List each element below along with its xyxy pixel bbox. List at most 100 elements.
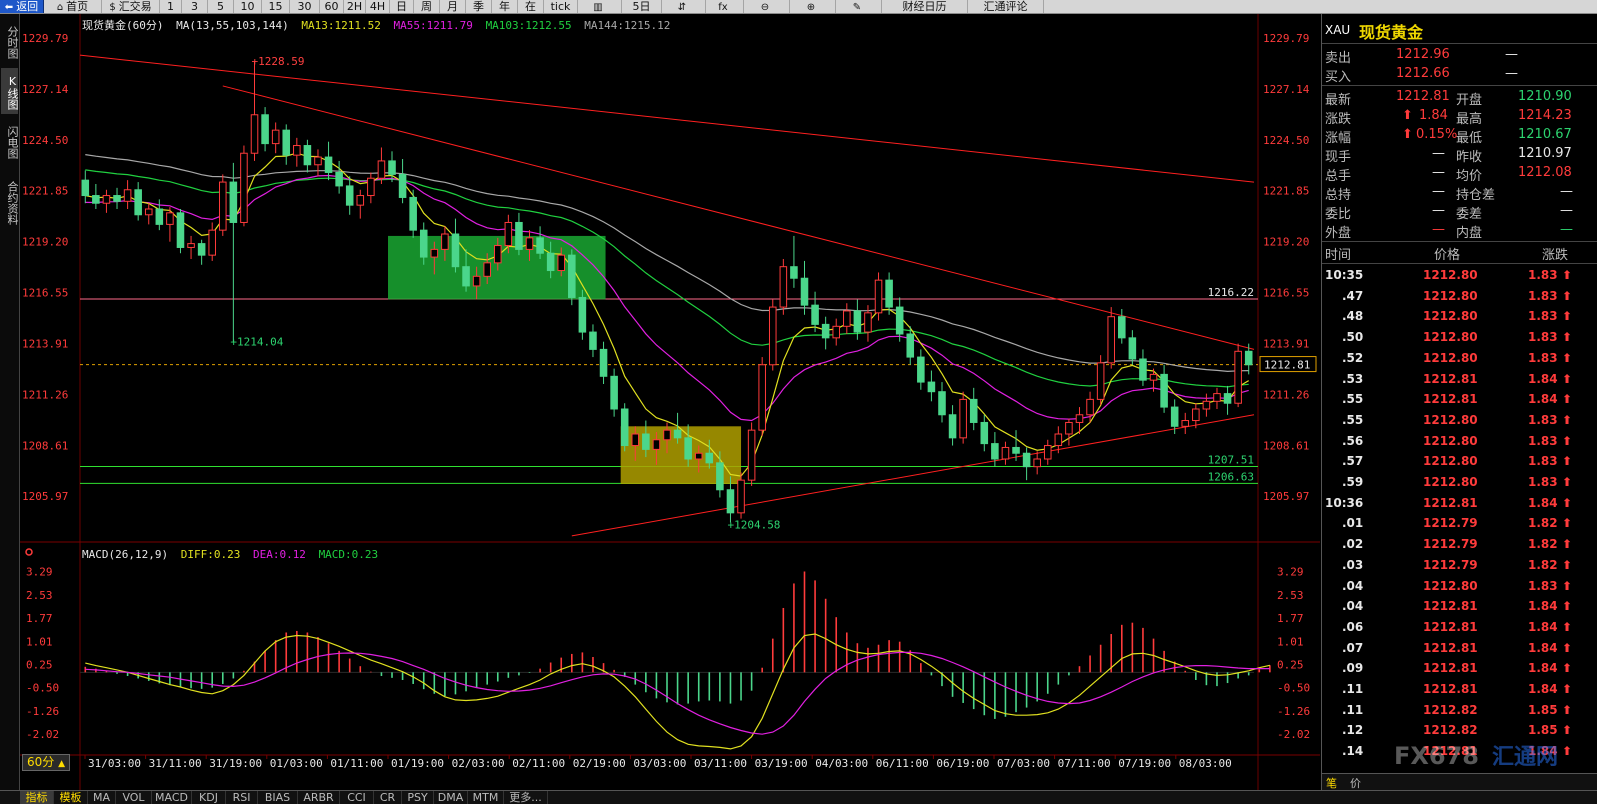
toolbar-item-月[interactable]: 月 bbox=[440, 0, 466, 13]
toolbar-item-4H[interactable]: 4H bbox=[366, 0, 390, 13]
candle-body bbox=[578, 296, 587, 333]
short-downtrend-line bbox=[222, 85, 1255, 350]
indicator-tab-cci[interactable]: CCI bbox=[340, 791, 374, 804]
up-arrow-icon: ⬆ bbox=[1562, 454, 1573, 469]
tick-time: .01 bbox=[1342, 516, 1364, 531]
macd-axis-label-right: -1.26 bbox=[1277, 705, 1310, 718]
macd-axis-label-right: -0.50 bbox=[1277, 682, 1310, 695]
cur-vol-row: 现手 — 昨收 1210.97 bbox=[1322, 145, 1597, 165]
toolbar-item-zoom-out-icon[interactable]: ⊖ bbox=[744, 0, 790, 13]
time-axis-label: 03/19:00 bbox=[755, 757, 808, 770]
indicator-tab-ma[interactable]: MA bbox=[88, 791, 116, 804]
candle-body bbox=[430, 248, 439, 258]
candle-body bbox=[959, 398, 967, 439]
indicator-tab-kdj[interactable]: KDJ bbox=[192, 791, 226, 804]
indicator-tab-arbr[interactable]: ARBR bbox=[298, 791, 340, 804]
time-axis-label: 06/19:00 bbox=[936, 757, 989, 770]
tick-change: 1.84 bbox=[1528, 682, 1558, 696]
price-axis-label-right: 1208.61 bbox=[1263, 439, 1309, 452]
tick-tab-0[interactable]: 笔 bbox=[1326, 775, 1337, 790]
up-arrow-icon: ⬆ bbox=[1562, 578, 1573, 593]
indicator-tab-psy[interactable]: PSY bbox=[402, 791, 434, 804]
up-arrow-icon: ⬆ bbox=[1562, 557, 1573, 572]
toolbar-item-zoom-in-icon[interactable]: ⊕ bbox=[790, 0, 836, 13]
indicator-tab-macd[interactable]: MACD bbox=[152, 791, 192, 804]
tick-row: .09 1212.81 1.84 ⬆ bbox=[1322, 658, 1597, 678]
toolbar-item-60[interactable]: 60 bbox=[320, 0, 344, 13]
tick-time: .06 bbox=[1342, 619, 1364, 634]
candle-body bbox=[155, 208, 164, 225]
change-pct-label: 涨幅 bbox=[1325, 131, 1352, 146]
toolbar-item-首页[interactable]: ⌂ 首页 bbox=[44, 0, 102, 13]
toolbar-item-bar-chart-icon[interactable]: ▥ bbox=[578, 0, 622, 13]
toolbar-item-tick[interactable]: tick bbox=[544, 0, 578, 13]
up-arrow-icon: ⬆ bbox=[1562, 350, 1573, 365]
tick-tab-1[interactable]: 价 bbox=[1350, 775, 1361, 790]
ma13-value: MA13:1211.52 bbox=[301, 19, 381, 32]
tick-price: 1212.79 bbox=[1423, 557, 1478, 572]
toolbar-item-draw-pen-icon[interactable]: ✎ bbox=[836, 0, 882, 13]
tick-price: 1212.80 bbox=[1423, 412, 1478, 427]
toolbar-item-label: 年 bbox=[499, 0, 510, 13]
macd-axis-label-left: 1.01 bbox=[26, 635, 53, 648]
toolbar-item-10[interactable]: 10 bbox=[234, 0, 262, 13]
indicator-tab-更多[interactable]: 更多... bbox=[504, 791, 548, 804]
candlestick-icon: ⇵ bbox=[677, 2, 687, 13]
indicator-tab-dma[interactable]: DMA bbox=[434, 791, 468, 804]
kline-chart-panel[interactable]: 1229.79 1229.79 1227.14 1227.14 1224.50 1224.… bbox=[20, 14, 1320, 790]
tick-row: .47 1212.80 1.83 ⬆ bbox=[1322, 286, 1597, 306]
left-tab-3[interactable]: 合约资料 bbox=[1, 168, 19, 234]
macd-axis-label-right: 3.29 bbox=[1277, 566, 1304, 579]
candle-body bbox=[1149, 373, 1158, 381]
toolbar-item-财经日历[interactable]: 财经日历 bbox=[882, 0, 968, 13]
candle-body bbox=[102, 195, 111, 204]
toolbar-item-1[interactable]: 1 bbox=[160, 0, 182, 13]
toolbar-item-日[interactable]: 日 bbox=[390, 0, 414, 13]
toolbar-item-function-icon[interactable]: fx bbox=[706, 0, 744, 13]
period-selector[interactable]: 60分 ▲ bbox=[22, 754, 70, 771]
toolbar-item-label: 季 bbox=[473, 0, 484, 13]
up-arrow-icon: ⬆ bbox=[1562, 371, 1573, 386]
indicator-tab-rsi[interactable]: RSI bbox=[226, 791, 258, 804]
indicator-tab-指标[interactable]: 指标 bbox=[20, 791, 54, 804]
toolbar-item-15[interactable]: 15 bbox=[262, 0, 290, 13]
indicator-tab-模板[interactable]: 模板 bbox=[54, 791, 88, 804]
indicator-tab-bias[interactable]: BIAS bbox=[258, 791, 298, 804]
toolbar-item-季[interactable]: 季 bbox=[466, 0, 492, 13]
indicator-tab-mtm[interactable]: MTM bbox=[468, 791, 504, 804]
toolbar-item-年[interactable]: 年 bbox=[492, 0, 518, 13]
left-tab-0[interactable]: 分时图 bbox=[1, 18, 19, 64]
indicator-tab-vol[interactable]: VOL bbox=[116, 791, 152, 804]
toolbar-item-label: tick bbox=[550, 0, 571, 13]
toolbar-item-汇交易[interactable]: $ 汇交易 bbox=[102, 0, 160, 13]
toolbar-item-candlestick-icon[interactable]: ⇵ bbox=[662, 0, 706, 13]
tick-row: .59 1212.80 1.83 ⬆ bbox=[1322, 472, 1597, 492]
candle-body bbox=[673, 429, 682, 439]
left-tab-2[interactable]: 闪电图 bbox=[1, 118, 19, 164]
toolbar-item-汇通评论[interactable]: 汇通评论 bbox=[968, 0, 1044, 13]
candle-body bbox=[599, 348, 608, 377]
macd-axis-label-left: -1.26 bbox=[26, 705, 59, 718]
time-axis-label: 01/03:00 bbox=[270, 757, 323, 770]
tick-row: .55 1212.81 1.84 ⬆ bbox=[1322, 389, 1597, 409]
kline-chart-svg[interactable]: 1229.79 1229.79 1227.14 1227.14 1224.50 1224.… bbox=[20, 14, 1320, 790]
toolbar-item-3[interactable]: 3 bbox=[182, 0, 208, 13]
sell-volume: — bbox=[1505, 47, 1518, 62]
up-arrow-icon: ⬆ bbox=[1562, 330, 1573, 345]
toolbar-item-5[interactable]: 5 bbox=[208, 0, 234, 13]
candle-body bbox=[1054, 433, 1063, 447]
toolbar-item-在[interactable]: 在 bbox=[518, 0, 544, 13]
left-tab-1[interactable]: K线图 bbox=[1, 68, 19, 114]
instrument-name: 现货黄金 bbox=[82, 19, 126, 32]
candle-body bbox=[969, 398, 978, 423]
indicator-tab-cr[interactable]: CR bbox=[374, 791, 402, 804]
toolbar-item-返回[interactable]: ⬅ 返回 bbox=[0, 0, 44, 13]
divider bbox=[1322, 263, 1597, 264]
toolbar-item-周[interactable]: 周 bbox=[414, 0, 440, 13]
candle-body bbox=[504, 221, 513, 247]
toolbar-item-30[interactable]: 30 bbox=[290, 0, 320, 13]
buy-row: 买入 1212.66 — bbox=[1322, 65, 1597, 85]
toolbar-item-2H[interactable]: 2H bbox=[344, 0, 366, 13]
tick-time: .53 bbox=[1342, 371, 1364, 386]
toolbar-item-5日[interactable]: 5日 bbox=[622, 0, 662, 13]
